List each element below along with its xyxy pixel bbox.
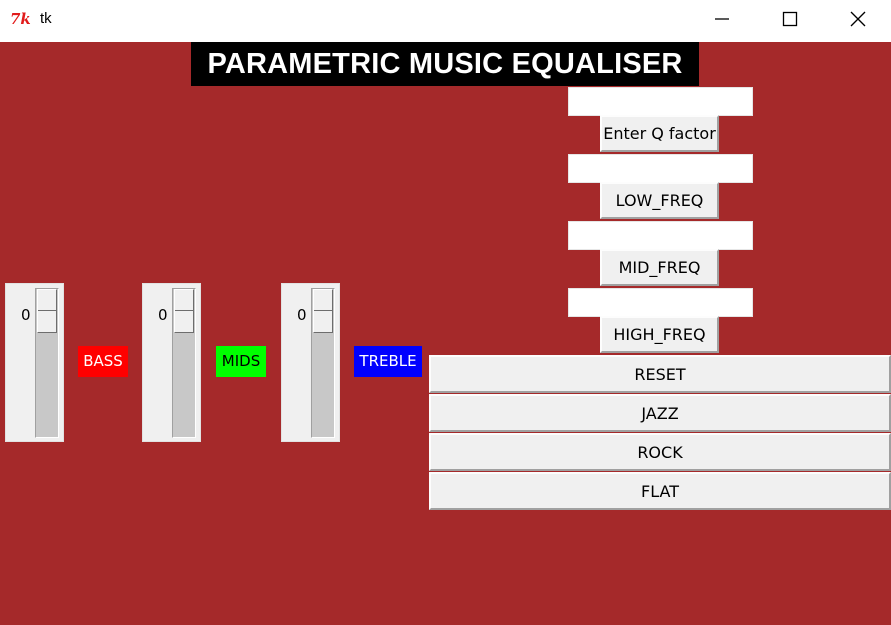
bass-slider-trough[interactable] xyxy=(35,288,59,438)
bass-slider[interactable]: 0 xyxy=(5,283,64,442)
tk-feather-icon: 7k xyxy=(10,10,31,28)
flat-button[interactable]: FLAT xyxy=(429,472,891,510)
minimize-button[interactable] xyxy=(688,0,756,38)
mids-slider[interactable]: 0 xyxy=(142,283,201,442)
mids-slider-trough[interactable] xyxy=(172,288,196,438)
treble-slider-handle[interactable] xyxy=(313,289,333,333)
jazz-button[interactable]: JAZZ xyxy=(429,394,891,432)
mid-freq-button[interactable]: MID_FREQ xyxy=(600,249,719,286)
rock-button[interactable]: ROCK xyxy=(429,433,891,471)
minimize-icon xyxy=(715,18,729,20)
bass-slider-handle[interactable] xyxy=(37,289,57,333)
maximize-icon xyxy=(782,11,798,27)
q-factor-input[interactable] xyxy=(568,87,753,116)
low-freq-button[interactable]: LOW_FREQ xyxy=(600,182,719,219)
window-title: tk xyxy=(40,10,52,27)
mids-slider-handle[interactable] xyxy=(174,289,194,333)
treble-slider-trough[interactable] xyxy=(311,288,335,438)
mid-freq-input[interactable] xyxy=(568,221,753,250)
title-bar: 7k tk xyxy=(0,0,891,42)
mids-label: MIDS xyxy=(216,346,266,377)
treble-slider[interactable]: 0 xyxy=(281,283,340,442)
bass-slider-value: 0 xyxy=(21,306,31,324)
close-icon xyxy=(850,11,866,27)
reset-button[interactable]: RESET xyxy=(429,355,891,393)
treble-slider-value: 0 xyxy=(297,306,307,324)
bass-label: BASS xyxy=(78,346,128,377)
high-freq-button[interactable]: HIGH_FREQ xyxy=(600,316,719,353)
maximize-button[interactable] xyxy=(756,0,824,38)
mids-slider-value: 0 xyxy=(158,306,168,324)
low-freq-input[interactable] xyxy=(568,154,753,183)
treble-label: TREBLE xyxy=(354,346,422,377)
high-freq-input[interactable] xyxy=(568,288,753,317)
page-title: PARAMETRIC MUSIC EQUALISER xyxy=(191,42,699,86)
close-button[interactable] xyxy=(824,0,891,38)
enter-q-factor-button[interactable]: Enter Q factor xyxy=(600,115,719,152)
